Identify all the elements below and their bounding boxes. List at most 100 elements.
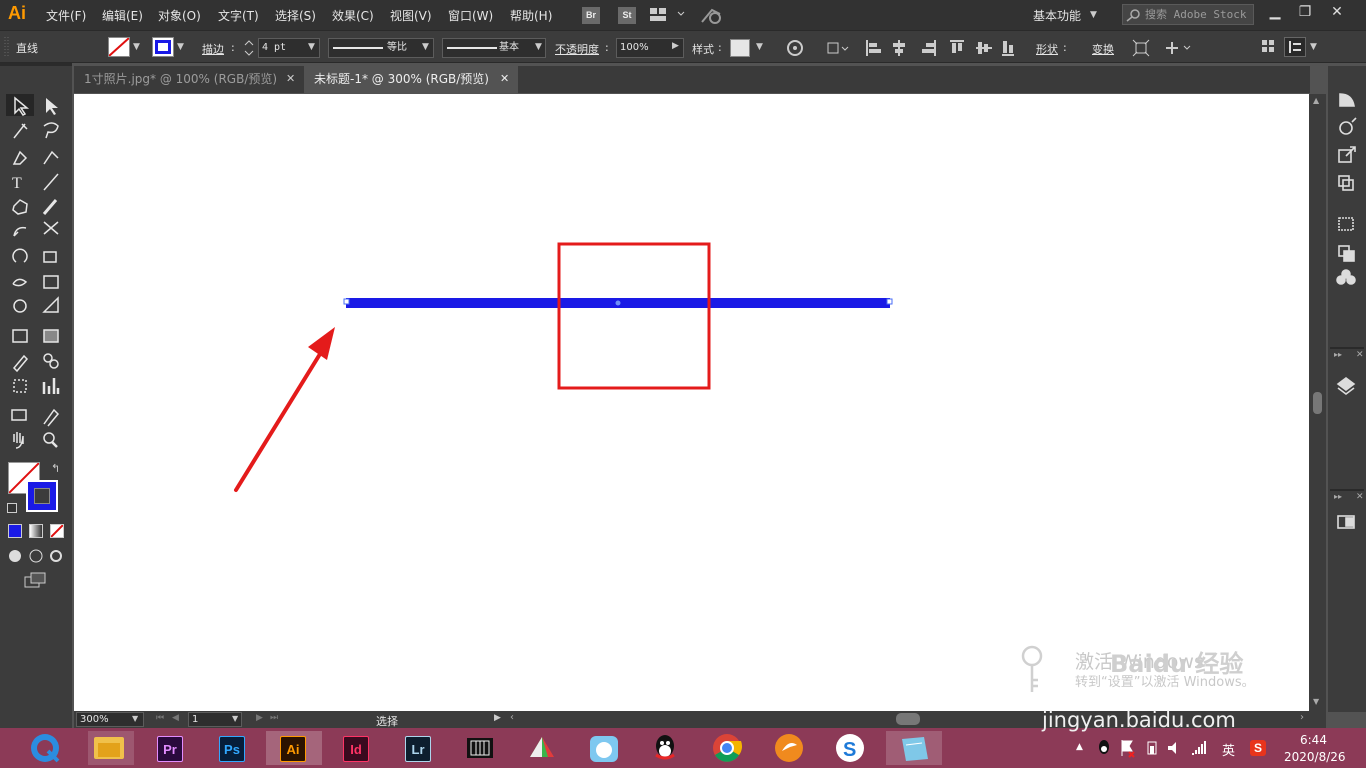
workspace-switcher[interactable]: 基本功能 xyxy=(1033,7,1081,24)
last-artboard-icon[interactable]: ⏭ xyxy=(270,713,278,723)
gradient-mode-icon[interactable] xyxy=(29,524,43,538)
variable-width-profile[interactable]: 等比 xyxy=(328,38,434,58)
stroke-chevron-icon[interactable]: ▼ xyxy=(177,42,184,52)
taskbar-premiere[interactable]: Pr xyxy=(152,731,186,765)
taskbar-pinwheel-icon[interactable] xyxy=(525,731,559,765)
stroke-stepper-icon[interactable] xyxy=(244,38,254,58)
svg-text:▸▸: ▸▸ xyxy=(1334,350,1342,359)
artboard-canvas[interactable]: 激活 Windows 转到“设置”以激活 Windows。 Baidu 经验 xyxy=(74,94,1309,711)
shape-label[interactable]: 形状 xyxy=(1036,41,1058,57)
panel-grip-icon[interactable] xyxy=(4,35,10,59)
puppet-warp-icon[interactable] xyxy=(1164,39,1194,57)
stock-button[interactable]: St xyxy=(618,7,636,24)
tab-photo[interactable]: 1寸照片.jpg* @ 100% (RGB/预览) xyxy=(74,66,304,93)
anchor-point-left[interactable] xyxy=(343,298,350,305)
fill-chevron-icon[interactable]: ▼ xyxy=(133,42,140,52)
profile-chevron-icon[interactable]: ▼ xyxy=(422,42,429,52)
align-to-icon[interactable] xyxy=(826,39,850,57)
artboard-chevron-icon[interactable]: ▼ xyxy=(232,714,238,723)
gpu-performance-icon[interactable] xyxy=(700,6,724,24)
stroke-swatch[interactable] xyxy=(152,37,174,57)
taskbar-chrome-icon[interactable] xyxy=(710,731,744,765)
none-mode-icon[interactable] xyxy=(50,524,64,538)
brush-definition[interactable]: 基本 xyxy=(442,38,546,58)
tab-untitled-close-icon[interactable]: ✕ xyxy=(500,72,509,85)
ime-language-indicator[interactable]: 英 xyxy=(1222,740,1235,759)
tab-photo-close-icon[interactable]: ✕ xyxy=(286,72,295,85)
menu-object[interactable]: 对象(O) xyxy=(158,7,201,24)
panel-grid-icon[interactable] xyxy=(1262,40,1276,54)
close-button[interactable]: ✕ xyxy=(1322,2,1352,22)
color-mode-icon[interactable] xyxy=(8,524,22,538)
opacity-label[interactable]: 不透明度 xyxy=(555,41,599,57)
taskbar-indesign[interactable]: Id xyxy=(338,731,372,765)
menu-help[interactable]: 帮助(H) xyxy=(510,7,552,24)
taskbar-sogou-icon[interactable]: S xyxy=(833,731,867,765)
first-artboard-icon[interactable]: ⏮ xyxy=(156,713,164,723)
status-menu-arrow-icon[interactable]: ▶ xyxy=(494,713,501,723)
start-button[interactable] xyxy=(28,731,62,765)
anchor-point-right[interactable] xyxy=(886,298,893,305)
menu-file[interactable]: 文件(F) xyxy=(46,7,86,24)
taskbar-flash-app-icon[interactable] xyxy=(772,731,806,765)
stroke-label[interactable]: 描边 xyxy=(202,41,224,57)
isolate-object-icon[interactable] xyxy=(1132,39,1150,57)
swap-colors-icon[interactable]: ↰ xyxy=(51,462,60,475)
transform-label[interactable]: 变换 xyxy=(1092,41,1114,57)
style-chevron-icon[interactable]: ▼ xyxy=(756,42,763,52)
opacity-arrow-icon[interactable]: ▶ xyxy=(672,41,679,51)
prev-artboard-icon[interactable]: ◀ xyxy=(172,713,179,723)
status-tool-label[interactable]: 选择 xyxy=(376,713,398,729)
clock-date[interactable]: 2020/8/26 xyxy=(1284,750,1346,764)
scroll-up-icon[interactable]: ▲ xyxy=(1313,96,1319,105)
bridge-button[interactable]: Br xyxy=(582,7,600,24)
sogou-ime-icon[interactable]: S xyxy=(1250,740,1266,756)
scroll-down-icon[interactable]: ▼ xyxy=(1313,697,1319,706)
next-artboard-icon[interactable]: ▶ xyxy=(256,713,263,723)
menu-window[interactable]: 窗口(W) xyxy=(448,7,493,24)
clock-time[interactable]: 6:44 xyxy=(1300,733,1327,747)
drawing-modes-icon[interactable] xyxy=(8,548,66,564)
workspace-chevron-icon[interactable]: ▼ xyxy=(1090,10,1097,20)
control-menu-chevron-icon[interactable]: ▼ xyxy=(1310,42,1317,52)
taskbar-cat-app-icon[interactable] xyxy=(587,731,621,765)
horizontal-scroll-thumb[interactable] xyxy=(896,713,920,725)
vertical-scroll-thumb[interactable] xyxy=(1313,392,1322,414)
opacity-label-colon: : xyxy=(605,41,609,54)
screen-mode-icon[interactable] xyxy=(24,572,48,590)
align-buttons-group[interactable] xyxy=(864,39,1014,57)
menu-edit[interactable]: 编辑(E) xyxy=(102,7,143,24)
menu-view[interactable]: 视图(V) xyxy=(390,7,432,24)
tab-untitled[interactable]: 未标题-1* @ 300% (RGB/预览) xyxy=(304,66,518,93)
recolor-artwork-icon[interactable] xyxy=(786,39,804,57)
menu-select[interactable]: 选择(S) xyxy=(275,7,316,24)
taskbar-explorer[interactable] xyxy=(88,731,134,765)
taskbar-photoshop[interactable]: Ps xyxy=(214,731,248,765)
tab-photo-label: 1寸照片.jpg* @ 100% (RGB/预览) xyxy=(84,72,278,86)
tray-expand-icon[interactable]: ▲ xyxy=(1076,742,1083,752)
control-panel-menu-button[interactable] xyxy=(1284,37,1306,57)
brush-chevron-icon[interactable]: ▼ xyxy=(535,42,542,52)
fill-swatch[interactable] xyxy=(108,37,130,57)
stroke-weight-chevron-icon[interactable]: ▼ xyxy=(308,42,315,52)
vertical-scrollbar[interactable]: ▲ ▼ xyxy=(1309,94,1326,711)
canvas-art xyxy=(234,242,893,492)
minimize-button[interactable]: ▁ xyxy=(1260,2,1290,22)
arrange-documents-icon[interactable] xyxy=(650,8,688,22)
scroll-right-icon[interactable]: › xyxy=(1300,712,1304,723)
stroke-color-box[interactable] xyxy=(26,480,58,512)
scroll-left-icon[interactable]: ‹ xyxy=(510,712,514,723)
windows-taskbar: Pr Ps Ai Id Lr S ▲ 英 S 6:44 2020/8/26 xyxy=(0,728,1366,768)
menu-type[interactable]: 文字(T) xyxy=(218,7,259,24)
taskbar-lightroom[interactable]: Lr xyxy=(400,731,434,765)
taskbar-illustrator[interactable]: Ai xyxy=(266,731,322,765)
restore-button[interactable]: ❐ xyxy=(1290,2,1320,22)
default-colors-icon[interactable] xyxy=(7,503,17,513)
system-tray-icons[interactable] xyxy=(1096,738,1216,758)
zoom-chevron-icon[interactable]: ▼ xyxy=(132,714,138,723)
taskbar-notes-app[interactable] xyxy=(886,731,942,765)
taskbar-qq-icon[interactable] xyxy=(648,731,682,765)
graphic-style-swatch[interactable] xyxy=(730,39,750,57)
taskbar-video-editor-icon[interactable] xyxy=(463,731,497,765)
menu-effect[interactable]: 效果(C) xyxy=(332,7,374,24)
